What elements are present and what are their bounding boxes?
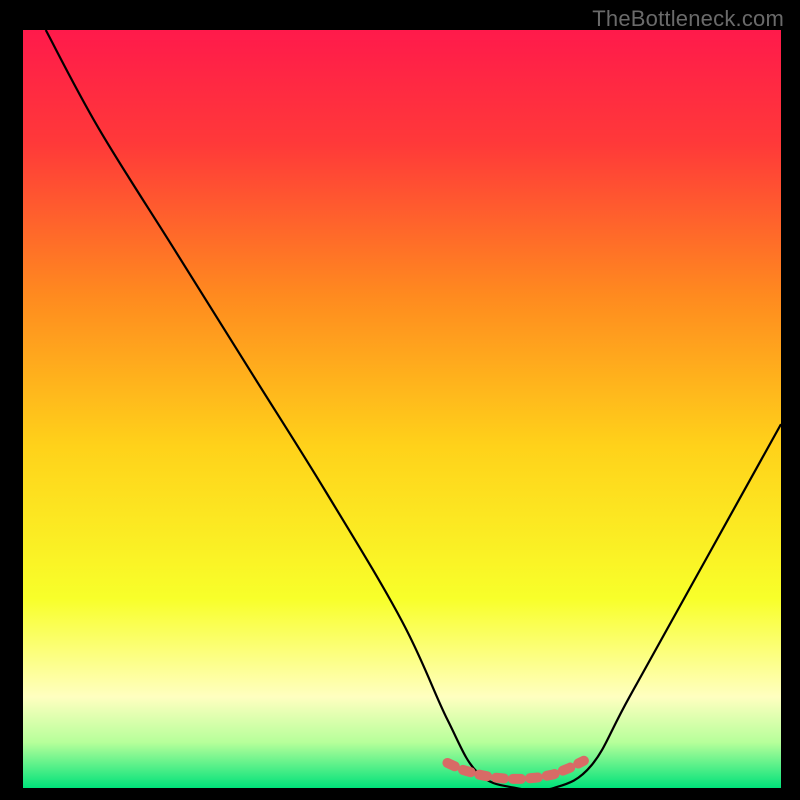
chart-svg	[0, 0, 800, 800]
chart-area	[0, 0, 800, 800]
watermark-text: TheBottleneck.com	[592, 6, 784, 32]
gradient-background	[23, 30, 781, 788]
